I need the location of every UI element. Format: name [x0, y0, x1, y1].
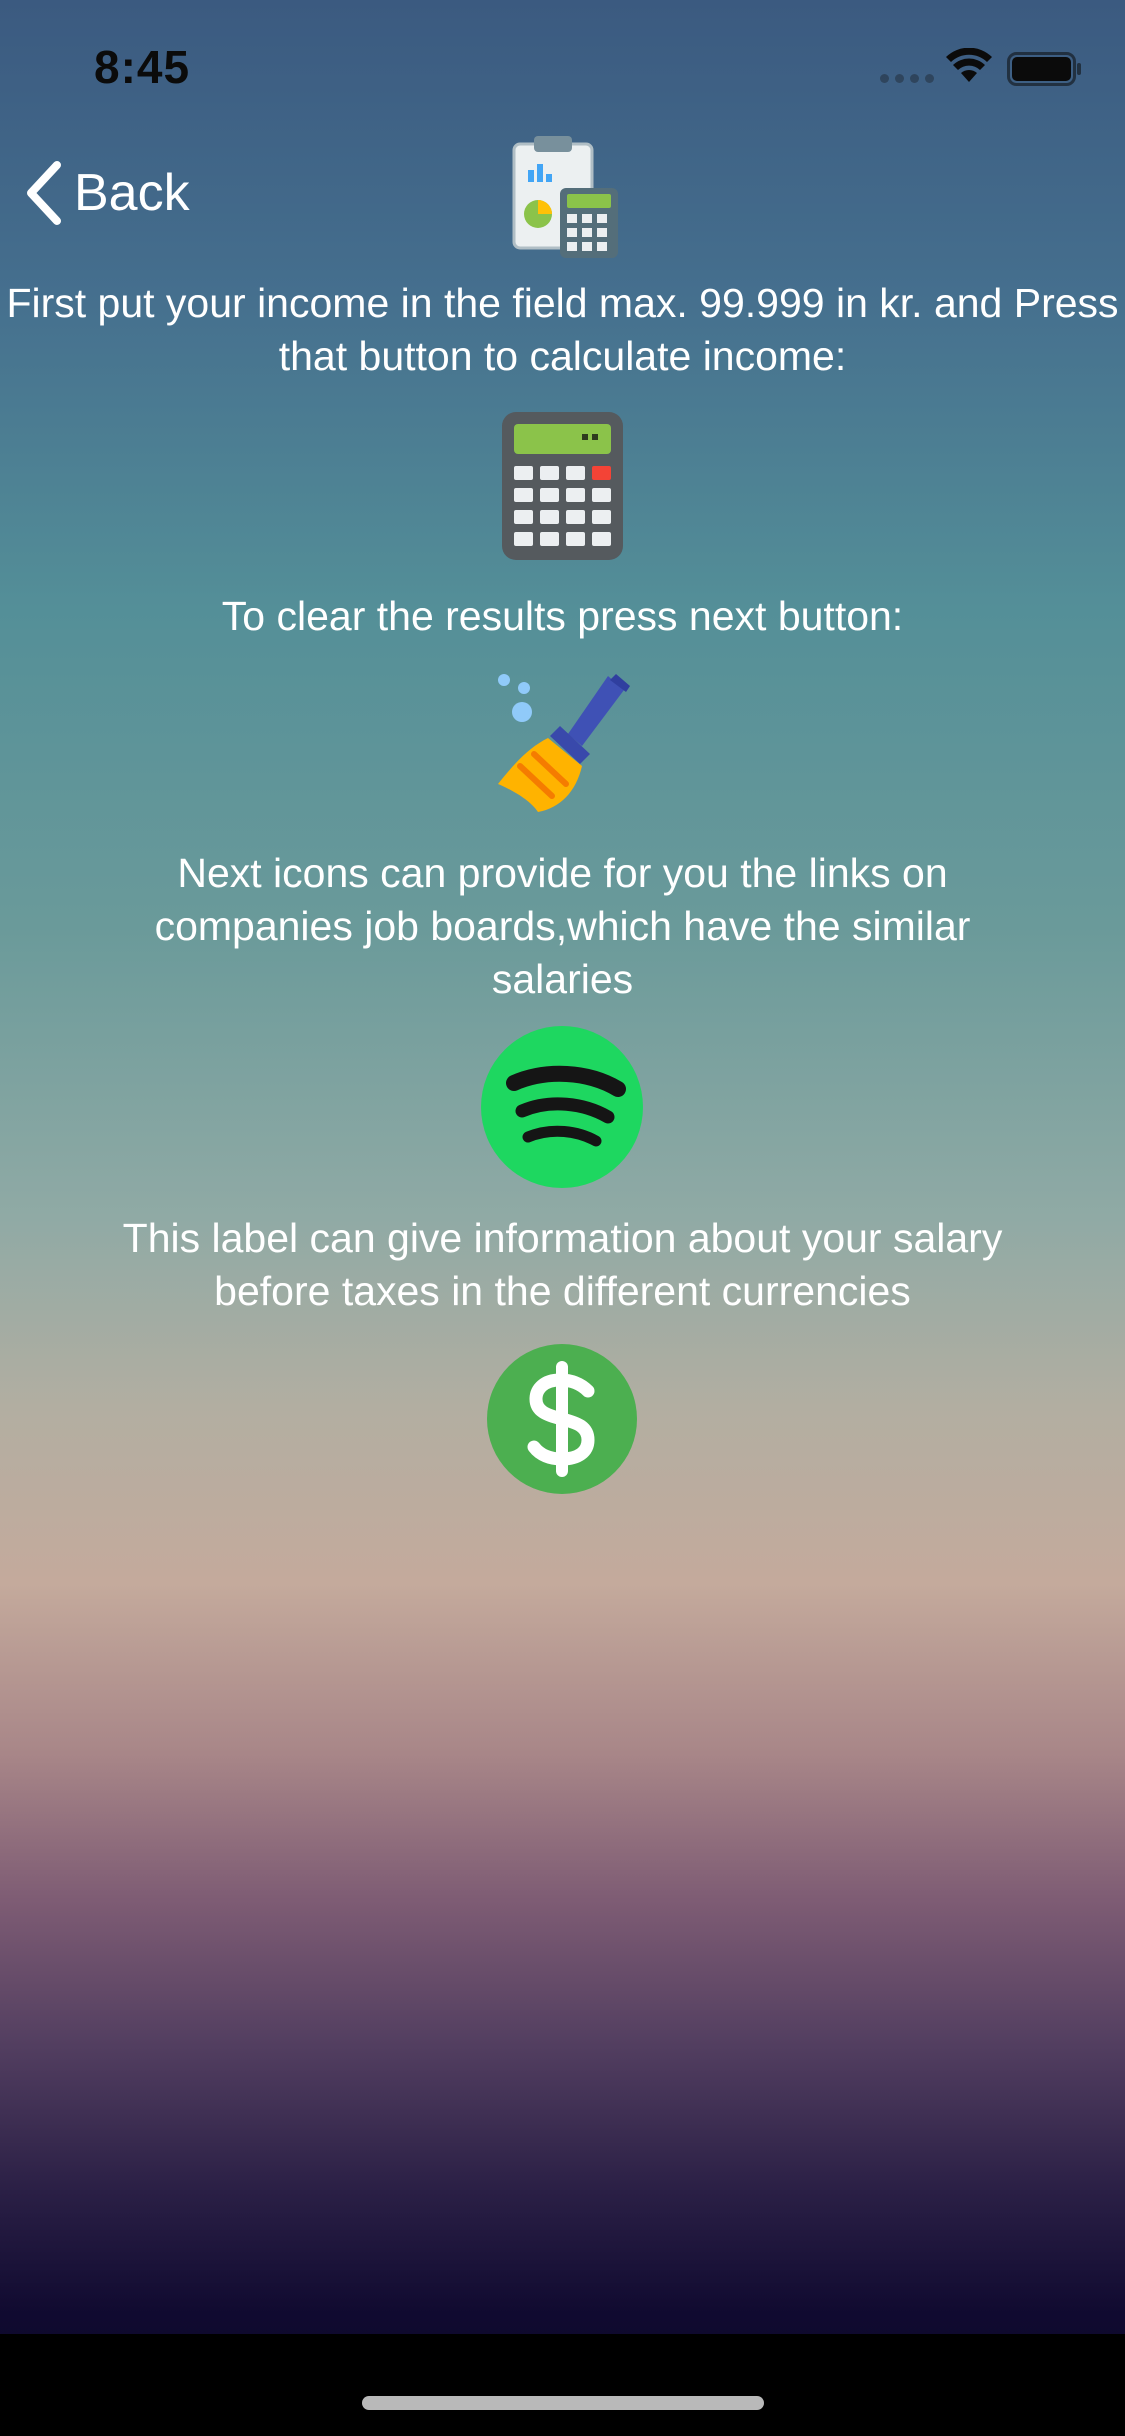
home-indicator[interactable] — [362, 2396, 764, 2410]
broom-icon[interactable] — [490, 668, 640, 816]
status-time: 8:45 — [94, 41, 191, 93]
back-button[interactable]: Back — [24, 160, 190, 226]
clear-instruction: To clear the results press next button: — [221, 593, 904, 639]
dollar-icon[interactable] — [486, 1343, 638, 1495]
chevron-left-icon — [27, 161, 61, 225]
cellular-signal-icon — [880, 74, 934, 83]
calculator-icon[interactable] — [500, 410, 625, 562]
calculator-chart-icon — [512, 136, 618, 258]
status-bar: 8:45 — [0, 0, 1125, 140]
links-instruction: Next icons can provide for you the links… — [154, 850, 971, 1002]
spotify-icon[interactable] — [480, 1025, 644, 1189]
battery-icon — [1007, 52, 1081, 86]
back-label: Back — [74, 164, 190, 222]
home-indicator-bar — [0, 2334, 1125, 2436]
currency-instruction: This label can give information about yo… — [122, 1215, 1003, 1314]
wifi-icon — [946, 48, 992, 82]
income-instruction: First put your income in the field max. … — [6, 280, 1119, 379]
